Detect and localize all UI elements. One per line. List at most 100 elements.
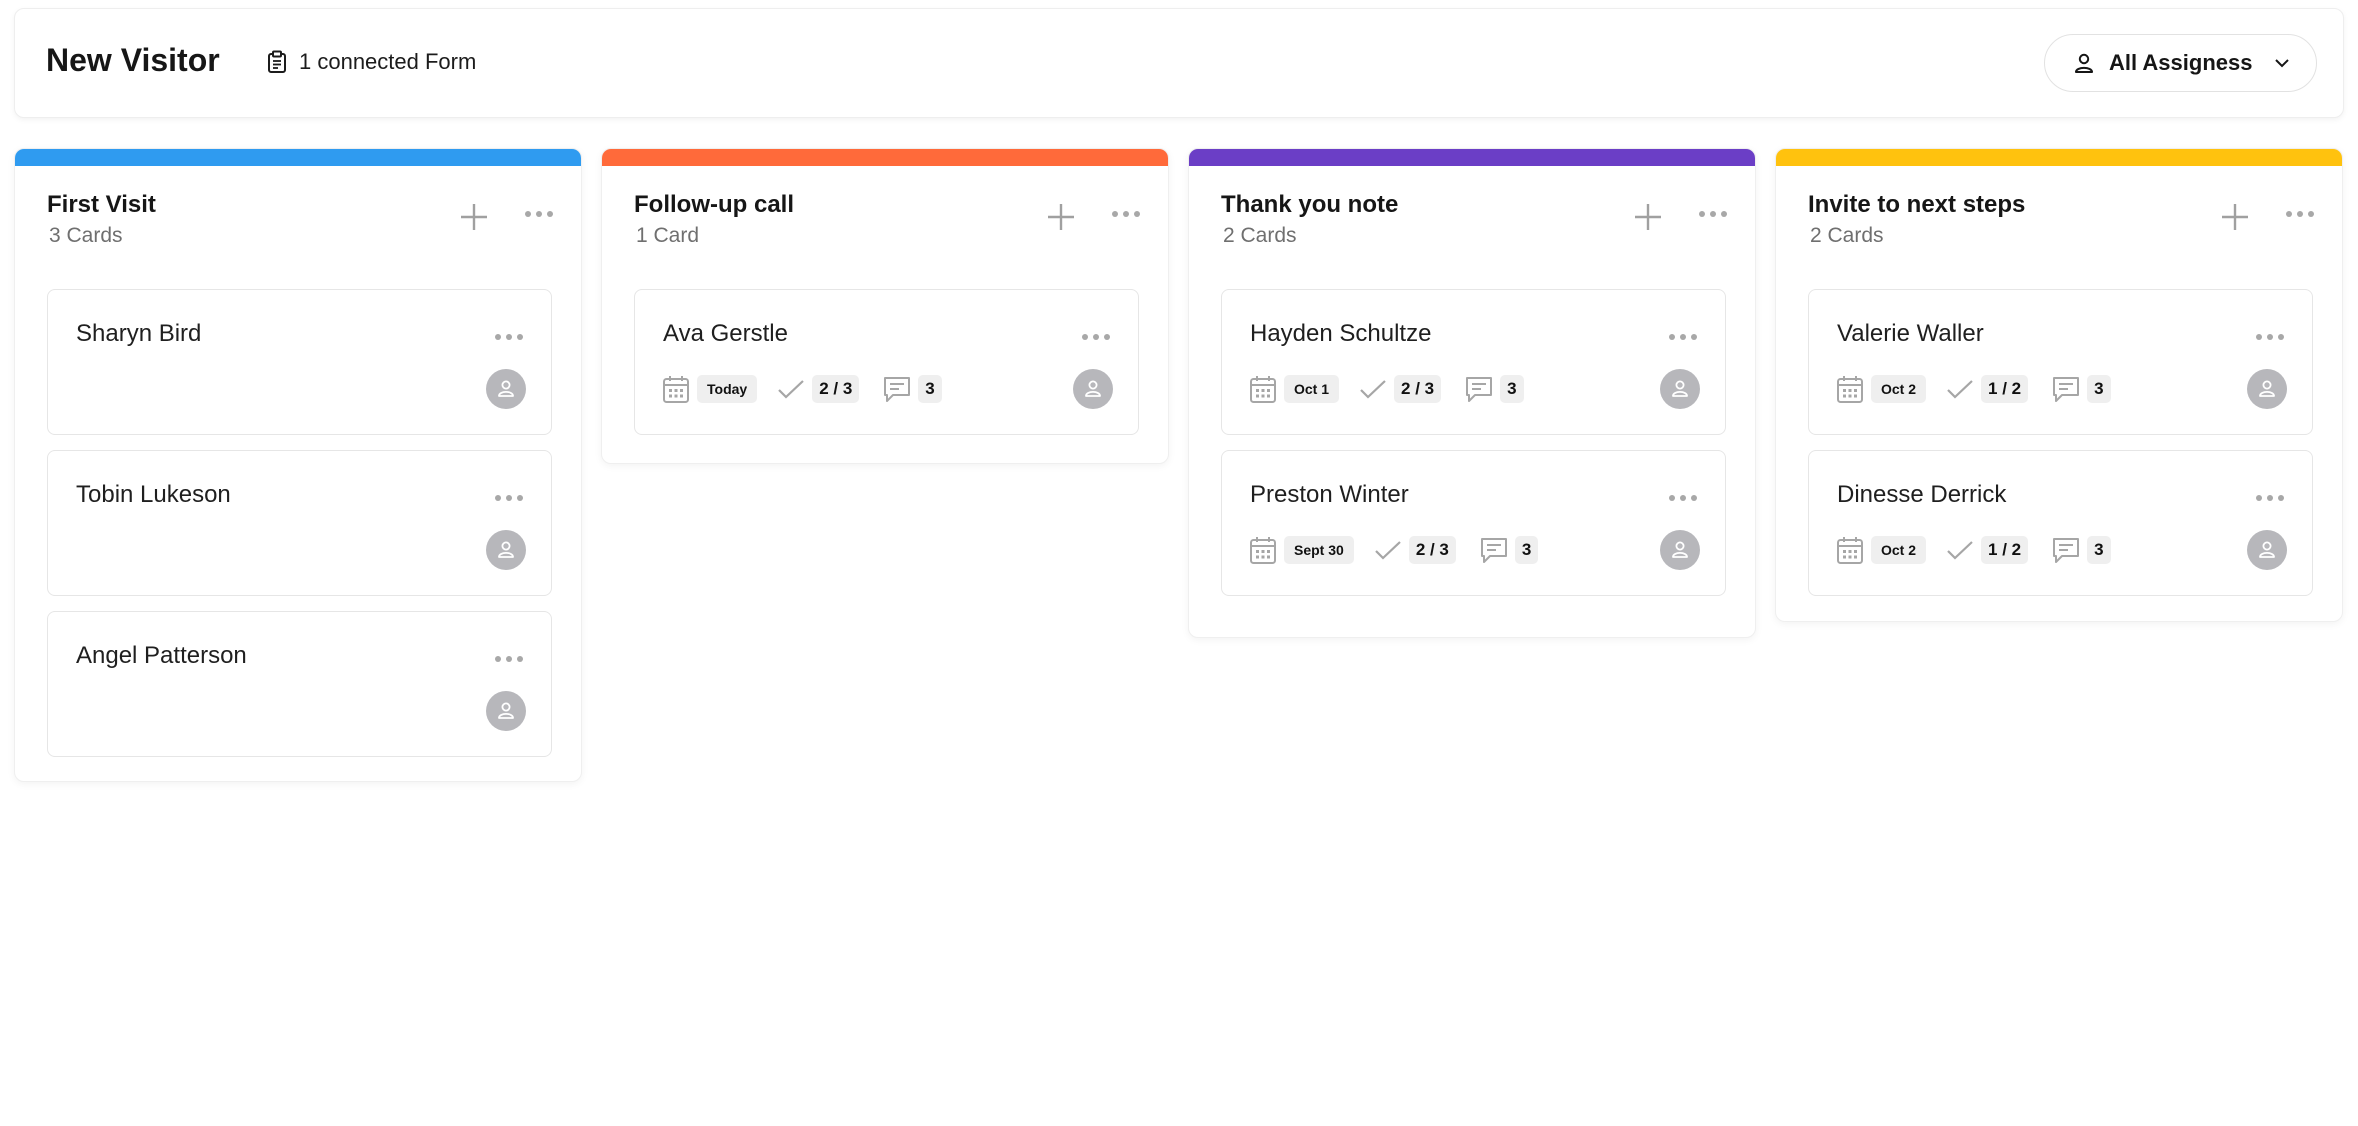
column-color-bar [1776,149,2342,166]
plus-icon [2222,204,2248,230]
column-more-button[interactable] [525,211,553,217]
column-card-count: 2 Cards [1223,224,1297,247]
column-card-count: 2 Cards [1810,224,1884,247]
column-more-button[interactable] [1699,211,1727,217]
card-more-button[interactable] [495,334,523,340]
person-icon [498,541,514,558]
assignee-avatar[interactable] [486,530,526,570]
card-visitor-name: Angel Patterson [76,642,247,669]
card-list: Valerie Waller Oct 21 / 2 3 Dinesse Derrick… [1808,289,2313,611]
board-column: First Visit 3 Cards Sharyn Bird Tobin Lukes… [14,148,582,782]
checkmark-icon [1947,541,1973,560]
card-more-button[interactable] [2256,334,2284,340]
comments-count-badge: 3 [918,375,942,403]
checkmark-icon [1375,541,1401,560]
comment-icon [2053,538,2080,563]
card-visitor-name: Sharyn Bird [76,320,202,347]
person-icon [1085,380,1101,397]
plus-icon [461,204,487,230]
chevron-down-icon [2275,59,2290,68]
plus-icon [1048,204,1074,230]
visitor-card[interactable]: Ava Gerstle Today 2 / 3 3 [634,289,1139,435]
assignee-avatar[interactable] [486,691,526,731]
card-list: Hayden Schultze Oct 12 / 3 3 Preston Winter… [1221,289,1726,611]
assignees-filter-dropdown[interactable]: All Assigness [2044,34,2317,92]
comments-count-badge: 3 [1500,375,1524,403]
column-more-button[interactable] [2286,211,2314,217]
column-card-count: 1 Card [636,224,700,247]
assignee-avatar[interactable] [1660,369,1700,409]
comment-icon [1480,538,1507,563]
assignee-avatar[interactable] [486,369,526,409]
page-header: New Visitor 1 connected Form All Assigne… [14,8,2344,118]
assignee-avatar[interactable] [1073,369,1113,409]
column-color-bar [1189,149,1755,166]
visitor-card[interactable]: Tobin Lukeson [47,450,552,596]
add-card-button[interactable] [459,202,489,232]
comments-count-badge: 3 [1514,536,1539,564]
board-column: Thank you note 2 Cards Hayden Schultze Oct … [1188,148,1756,638]
column-color-bar [602,149,1168,166]
card-more-button[interactable] [1669,334,1697,340]
person-icon [1672,541,1688,558]
visitor-card[interactable]: Dinesse Derrick Oct 2 1 / 2 3 [1808,450,2313,596]
visitor-card[interactable]: Angel Patterson [47,611,552,757]
due-date-badge: Oct 2 [1871,375,1927,403]
due-date-badge: Sept 30 [1284,536,1354,564]
assignee-avatar[interactable] [1660,530,1700,570]
tasks-progress-badge: 2 / 3 [1408,536,1456,564]
card-meta: Oct 2 1 / 2 3 [1836,372,2111,406]
checkmark-icon [1947,380,1973,399]
assignee-avatar[interactable] [2247,369,2287,409]
calendar-icon [1250,537,1276,564]
checkmark-icon [778,380,804,399]
visitor-card[interactable]: Hayden Schultze Oct 1 2 / 3 3 [1221,289,1726,435]
user-icon [2075,53,2093,73]
card-visitor-name: Preston Winter [1250,481,1409,508]
card-visitor-name: Dinesse Derrick [1837,481,2007,508]
add-card-button[interactable] [1633,202,1663,232]
calendar-icon [663,376,689,403]
calendar-icon [1250,376,1276,403]
connected-forms-label: 1 connected Form [299,49,477,74]
clipboard-icon [268,50,286,73]
visitor-card[interactable]: Sharyn Bird [47,289,552,435]
visitor-card[interactable]: Valerie Waller Oct 2 1 / 2 3 [1808,289,2313,435]
card-meta: Oct 2 1 / 2 3 [1836,533,2111,567]
column-color-bar [15,149,581,166]
column-more-button[interactable] [1112,211,1140,217]
card-list: Ava Gerstle Today 2 / 3 3 [634,289,1139,450]
assignees-filter-label: All Assigness [2109,50,2253,75]
add-card-button[interactable] [2220,202,2250,232]
comments-count-badge: 3 [2087,375,2111,403]
add-card-button[interactable] [1046,202,1076,232]
comment-icon [884,377,911,402]
person-icon [1672,380,1688,397]
card-more-button[interactable] [2256,495,2284,501]
person-icon [2259,380,2275,397]
column-title: Thank you note [1221,191,1399,218]
calendar-icon [1837,537,1863,564]
card-visitor-name: Tobin Lukeson [76,481,231,508]
assignee-avatar[interactable] [2247,530,2287,570]
comment-icon [1466,377,1493,402]
comments-count-badge: 3 [2087,536,2111,564]
card-more-button[interactable] [495,656,523,662]
card-more-button[interactable] [495,495,523,501]
card-more-button[interactable] [1082,334,1110,340]
comment-icon [2053,377,2080,402]
tasks-progress-badge: 2 / 3 [812,375,860,403]
due-date-badge: Oct 1 [1284,375,1340,403]
card-visitor-name: Ava Gerstle [663,320,788,347]
column-title: Invite to next steps [1808,191,2026,218]
visitor-card[interactable]: Preston Winter Sept 30 2 / 3 3 [1221,450,1726,596]
due-date-badge: Today [697,375,758,403]
tasks-progress-badge: 1 / 2 [1981,375,2029,403]
card-more-button[interactable] [1669,495,1697,501]
column-title: First Visit [47,191,156,218]
connected-forms-link[interactable]: 1 connected Form [267,49,476,75]
card-list: Sharyn Bird Tobin Lukeson Angel Patterson [47,289,552,772]
calendar-icon [1837,376,1863,403]
due-date-badge: Oct 2 [1871,536,1927,564]
tasks-progress-badge: 2 / 3 [1394,375,1442,403]
